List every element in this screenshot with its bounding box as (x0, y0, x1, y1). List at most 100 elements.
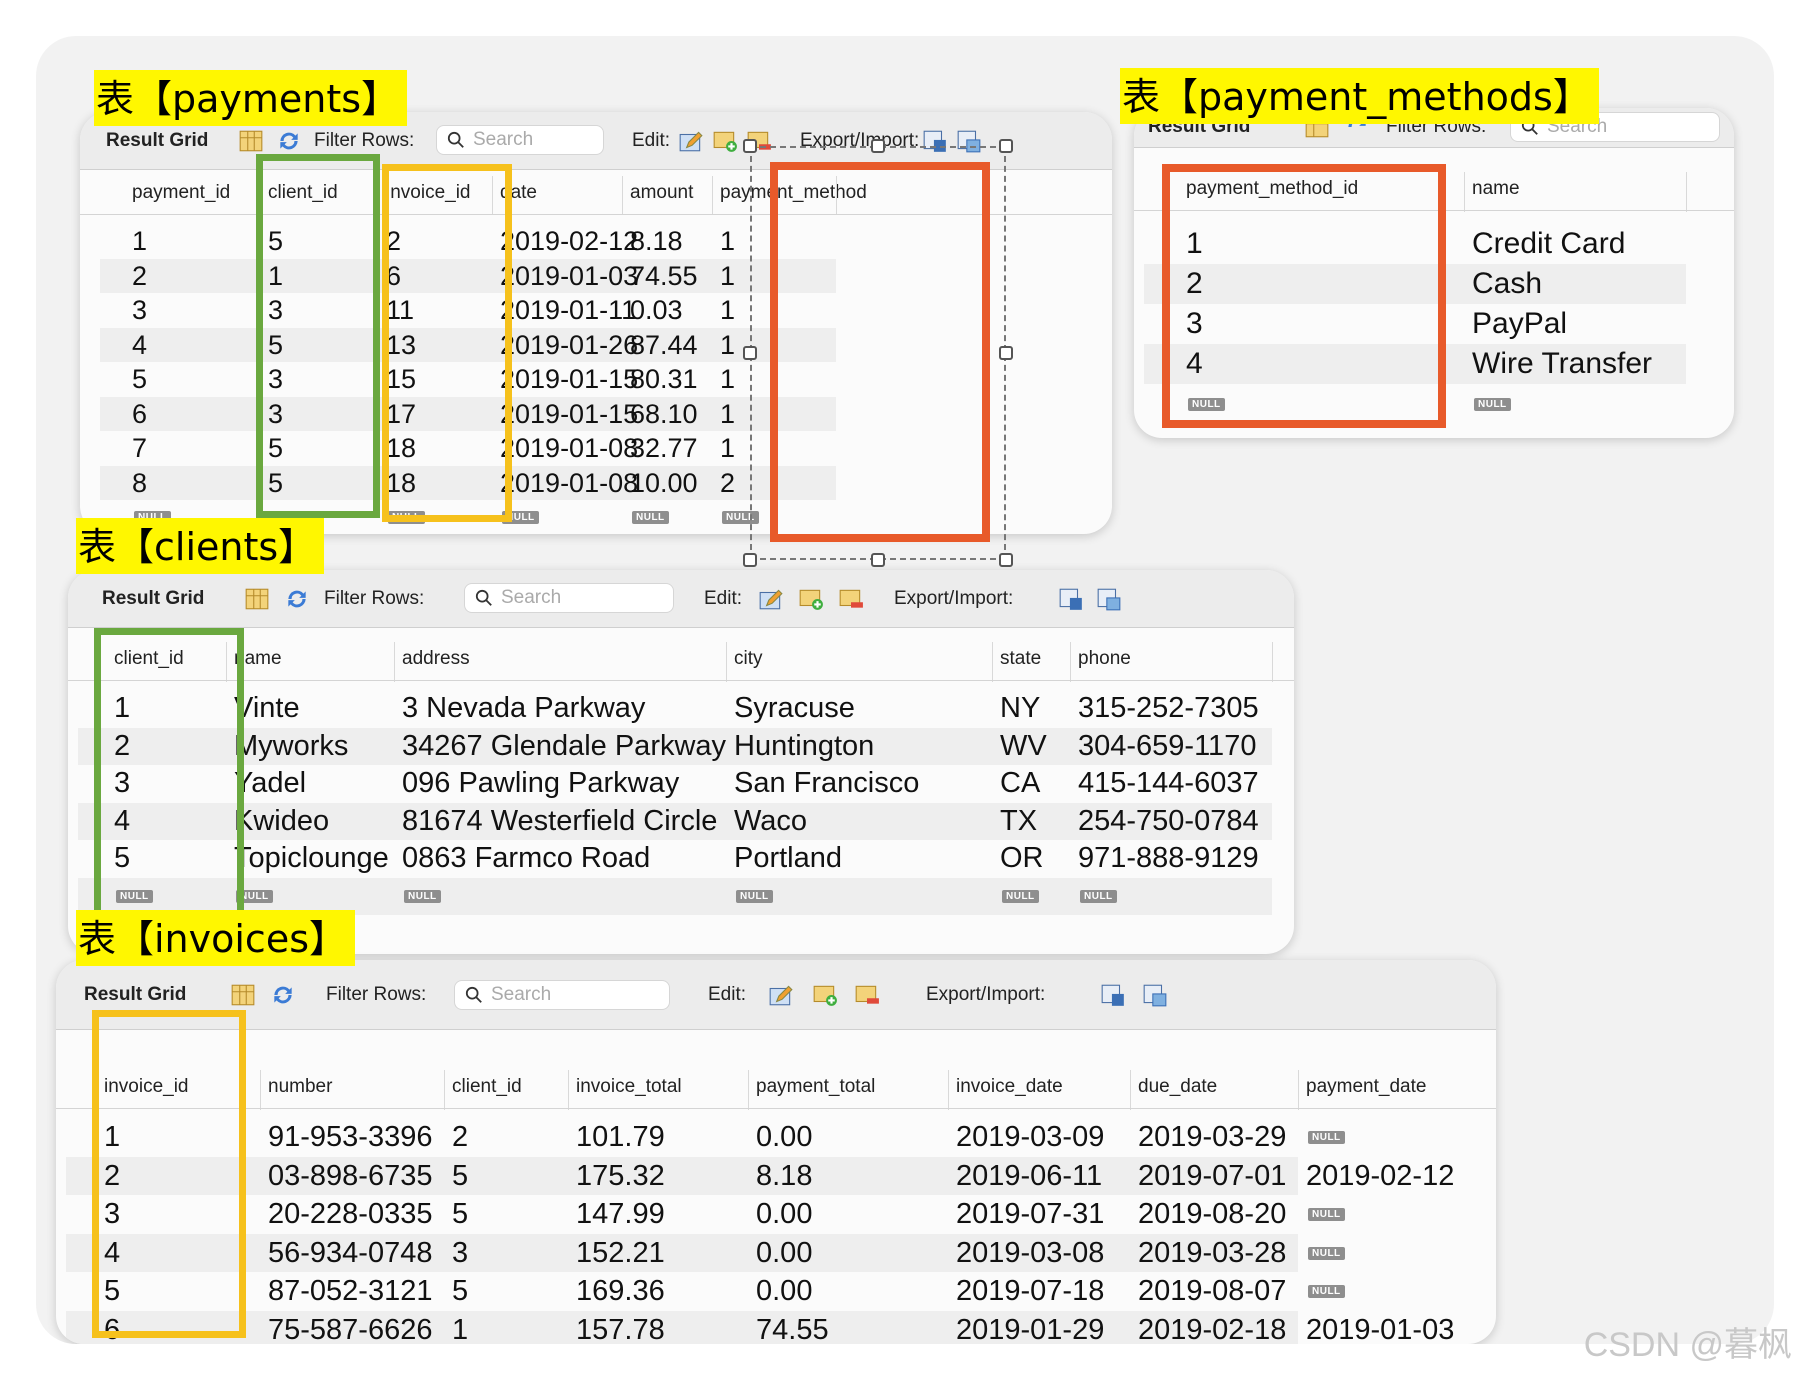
table-cell[interactable]: 0.00 (756, 1234, 812, 1273)
add-row-icon[interactable] (812, 982, 838, 1008)
table-cell[interactable]: 0.00 (756, 1272, 812, 1311)
table-cell[interactable]: 2019-02-18 (1138, 1311, 1286, 1345)
table-cell[interactable]: 68.10 (630, 397, 698, 432)
table-cell[interactable]: OR (1000, 840, 1044, 878)
table-cell[interactable]: 101.79 (576, 1118, 665, 1157)
table-cell[interactable]: 32.77 (630, 431, 698, 466)
table-cell[interactable]: Wire Transfer (1472, 344, 1652, 384)
search-input[interactable]: Search (454, 980, 670, 1010)
table-cell[interactable]: 4 (1186, 344, 1203, 384)
table-cell[interactable]: 0863 Farmco Road (402, 840, 650, 878)
table-cell[interactable]: 2019-01-03 (500, 259, 638, 294)
table-cell[interactable]: Kwideo (234, 803, 329, 841)
edit-pencil-icon[interactable] (758, 586, 784, 612)
table-cell[interactable]: CA (1000, 765, 1040, 803)
table-cell[interactable]: Credit Card (1472, 224, 1625, 264)
add-row-icon[interactable] (798, 586, 824, 612)
table-cell[interactable]: 5 (104, 1272, 120, 1311)
table-cell[interactable]: 3 (104, 1195, 120, 1234)
table-cell[interactable]: Myworks (234, 728, 348, 766)
table-cell[interactable]: 3 (132, 293, 147, 328)
table-cell[interactable]: 8 (132, 466, 147, 501)
table-cell[interactable]: 6 (132, 397, 147, 432)
table-cell[interactable]: 2019-01-08 (500, 431, 638, 466)
table-cell[interactable]: 8.18 (756, 1157, 812, 1196)
table-cell[interactable]: 2019-01-08 (500, 466, 638, 501)
delete-row-icon[interactable] (838, 586, 864, 612)
table-cell[interactable]: 2019-07-18 (956, 1272, 1104, 1311)
table-cell[interactable]: 2019-03-08 (956, 1234, 1104, 1273)
table-cell[interactable]: 1 (720, 328, 735, 363)
table-cell[interactable]: TX (1000, 803, 1037, 841)
export-icon[interactable] (1058, 586, 1084, 612)
table-cell[interactable]: 15 (386, 362, 416, 397)
table-cell[interactable]: 2019-07-31 (956, 1195, 1104, 1234)
table-cell[interactable]: 1 (268, 259, 283, 294)
table-cell[interactable]: 1 (720, 293, 735, 328)
table-cell[interactable]: 3 (114, 765, 130, 803)
table-cell[interactable]: 18 (386, 466, 416, 501)
table-cell[interactable]: 157.78 (576, 1311, 665, 1345)
table-cell[interactable]: WV (1000, 728, 1047, 766)
table-cell[interactable]: 2019-06-11 (956, 1157, 1102, 1196)
table-cell[interactable]: 5 (452, 1157, 468, 1196)
table-cell[interactable]: Portland (734, 840, 842, 878)
table-cell[interactable]: 18 (386, 431, 416, 466)
table-cell[interactable]: 2019-01-29 (956, 1311, 1104, 1345)
table-cell[interactable]: Topiclounge (234, 840, 389, 878)
selection-frame[interactable] (750, 146, 1006, 560)
table-cell[interactable]: 81674 Westerfield Circle (402, 803, 717, 841)
table-cell[interactable]: 3 (452, 1234, 468, 1273)
table-cell[interactable]: 169.36 (576, 1272, 665, 1311)
table-cell[interactable]: 1 (114, 690, 130, 728)
table-cell[interactable]: 56-934-0748 (268, 1234, 432, 1273)
table-cell[interactable]: 2019-02-12 (1306, 1157, 1454, 1196)
table-cell[interactable]: 34267 Glendale Parkway (402, 728, 726, 766)
resize-handle[interactable] (743, 139, 757, 153)
table-cell[interactable]: 8.18 (630, 224, 683, 259)
table-cell[interactable]: 2019-01-15 (500, 397, 638, 432)
table-cell[interactable]: 2019-03-09 (956, 1118, 1104, 1157)
table-cell[interactable]: 4 (114, 803, 130, 841)
table-cell[interactable]: 11 (386, 293, 414, 328)
table-cell[interactable]: 1 (132, 224, 147, 259)
table-cell[interactable]: 2 (114, 728, 130, 766)
table-cell[interactable]: 3 (268, 362, 283, 397)
table-cell[interactable]: 1 (452, 1311, 468, 1345)
search-input[interactable]: Search (464, 583, 674, 613)
table-cell[interactable]: 2019-03-28 (1138, 1234, 1286, 1273)
import-icon[interactable] (1142, 982, 1168, 1008)
table-cell[interactable]: 2 (104, 1157, 120, 1196)
table-cell[interactable]: 1 (1186, 224, 1203, 264)
table-cell[interactable]: 5 (268, 466, 283, 501)
table-cell[interactable]: 0.00 (756, 1118, 812, 1157)
table-cell[interactable]: 254-750-0784 (1078, 803, 1259, 841)
table-cell[interactable]: Syracuse (734, 690, 855, 728)
table-cell[interactable]: 0.03 (630, 293, 683, 328)
table-cell[interactable]: 4 (104, 1234, 120, 1273)
grid-icon[interactable] (230, 982, 256, 1008)
table-cell[interactable]: 2019-08-07 (1138, 1272, 1286, 1311)
table-cell[interactable]: 5 (268, 224, 283, 259)
table-cell[interactable]: 2 (720, 466, 735, 501)
table-cell[interactable]: 87-052-3121 (268, 1272, 432, 1311)
table-cell[interactable]: 5 (452, 1195, 468, 1234)
table-cell[interactable]: 5 (452, 1272, 468, 1311)
table-cell[interactable]: Cash (1472, 264, 1542, 304)
table-cell[interactable]: 2019-01-03 (1306, 1311, 1454, 1345)
resize-handle[interactable] (871, 139, 885, 153)
table-cell[interactable]: 5 (114, 840, 130, 878)
table-cell[interactable]: 315-252-7305 (1078, 690, 1259, 728)
table-cell[interactable]: 87.44 (630, 328, 698, 363)
import-icon[interactable] (1096, 586, 1122, 612)
resize-handle[interactable] (743, 553, 757, 567)
refresh-icon[interactable] (284, 586, 310, 612)
table-cell[interactable]: 2019-07-01 (1138, 1157, 1286, 1196)
table-cell[interactable]: 2019-01-15 (500, 362, 638, 397)
table-cell[interactable]: Waco (734, 803, 807, 841)
table-cell[interactable]: 6 (104, 1311, 120, 1345)
refresh-icon[interactable] (270, 982, 296, 1008)
table-cell[interactable]: 2 (1186, 264, 1203, 304)
delete-row-icon[interactable] (854, 982, 880, 1008)
table-cell[interactable]: 415-144-6037 (1078, 765, 1259, 803)
